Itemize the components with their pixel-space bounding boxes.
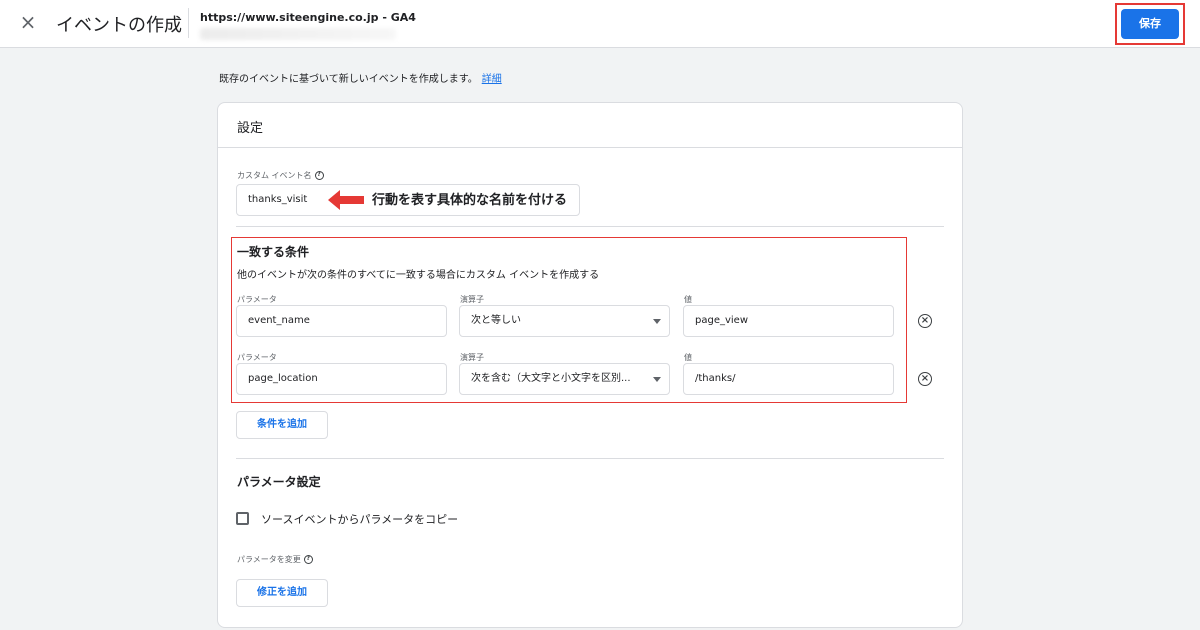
close-button[interactable]: ×	[16, 10, 40, 34]
operator-label: 演算子	[460, 295, 484, 304]
page-title: イベントの作成	[56, 15, 182, 36]
header-divider	[188, 8, 189, 38]
operator-value: 次と等しい	[471, 315, 521, 326]
parameter-input[interactable]: event_name	[236, 305, 447, 337]
property-name: https://www.siteengine.co.jp - GA4	[200, 11, 416, 24]
details-link[interactable]: 詳細	[482, 74, 502, 85]
annotation-arrow-icon	[328, 190, 364, 210]
save-button[interactable]: 保存	[1121, 9, 1179, 39]
property-detail-blurred	[200, 28, 396, 40]
card-title-divider	[218, 147, 962, 148]
operator-select[interactable]: 次と等しい	[459, 305, 670, 337]
parameter-label: パラメータ	[237, 295, 277, 304]
operator-select[interactable]: 次を含む（大文字と小文字を区別...	[459, 363, 670, 395]
remove-condition-icon[interactable]: ×	[918, 372, 932, 386]
value-label: 値	[684, 295, 692, 304]
parameter-label: パラメータ	[237, 353, 277, 362]
add-modification-button[interactable]: 修正を追加	[236, 579, 328, 607]
remove-condition-icon[interactable]: ×	[918, 314, 932, 328]
help-icon[interactable]: ?	[314, 171, 324, 180]
chevron-down-icon	[653, 319, 661, 324]
help-icon[interactable]: ?	[303, 555, 313, 564]
modify-parameters-label-row: パラメータを変更?	[237, 554, 313, 565]
section-divider	[236, 226, 944, 227]
chevron-down-icon	[653, 377, 661, 382]
operator-label: 演算子	[460, 353, 484, 362]
add-condition-button[interactable]: 条件を追加	[236, 411, 328, 439]
card-title: 設定	[237, 121, 264, 136]
section-divider	[236, 458, 944, 459]
parameter-settings-title: パラメータ設定	[237, 475, 321, 489]
parameter-input[interactable]: page_location	[236, 363, 447, 395]
value-input[interactable]: /thanks/	[683, 363, 894, 395]
copy-parameters-checkbox[interactable]	[236, 512, 249, 525]
operator-value: 次を含む（大文字と小文字を区別...	[471, 373, 631, 384]
intro-description: 既存のイベントに基づいて新しいイベントを作成します。	[219, 74, 478, 85]
custom-event-label: カスタム イベント名	[237, 171, 312, 180]
matching-description: 他のイベントが次の条件のすべてに一致する場合にカスタム イベントを作成する	[237, 270, 600, 281]
modify-parameters-label: パラメータを変更	[237, 555, 301, 564]
intro-text: 既存のイベントに基づいて新しいイベントを作成します。 詳細	[219, 70, 502, 85]
value-label: 値	[684, 353, 692, 362]
annotation-text: 行動を表す具体的な名前を付ける	[372, 193, 568, 208]
custom-event-label-row: カスタム イベント名?	[237, 170, 324, 181]
value-input[interactable]: page_view	[683, 305, 894, 337]
copy-parameters-label[interactable]: ソースイベントからパラメータをコピー	[261, 511, 458, 527]
matching-title: 一致する条件	[237, 245, 310, 259]
